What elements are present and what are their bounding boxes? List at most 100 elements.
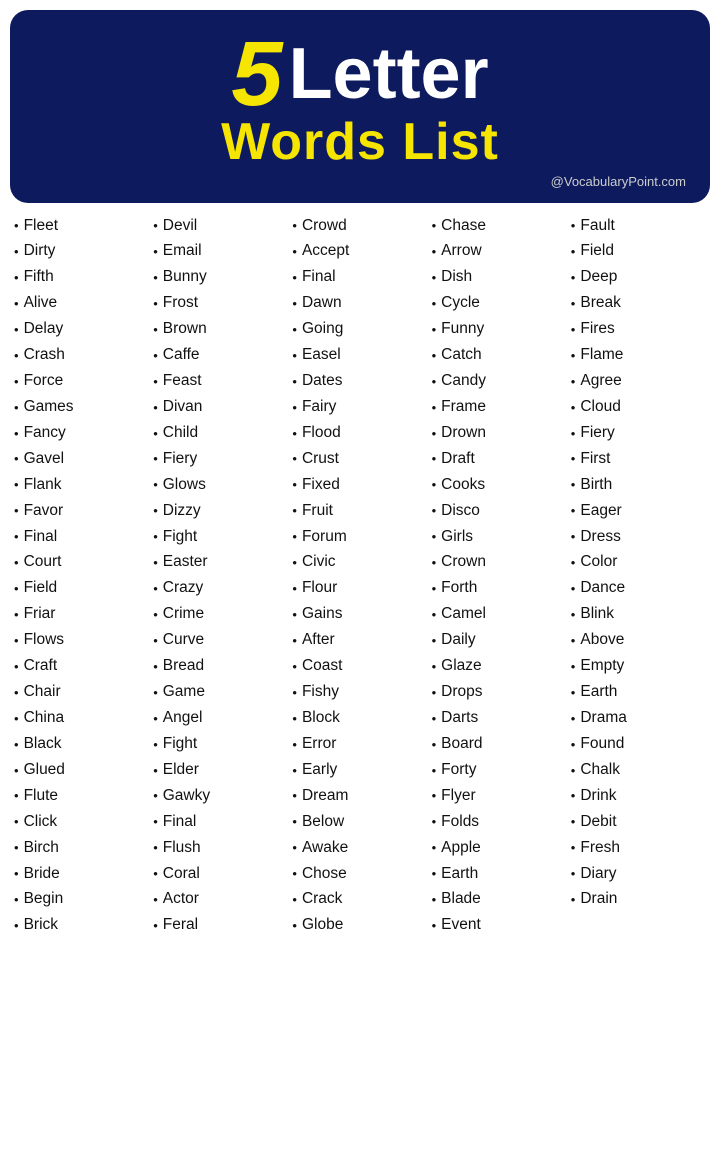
bullet-icon: • <box>292 425 297 443</box>
bullet-icon: • <box>571 295 576 313</box>
list-item: •Going <box>292 317 427 343</box>
bullet-icon: • <box>432 528 437 546</box>
bullet-icon: • <box>571 243 576 261</box>
list-item: •Final <box>14 524 149 550</box>
word-text: Draft <box>441 449 475 470</box>
word-text: Fifth <box>24 267 54 288</box>
word-text: Above <box>580 630 624 651</box>
list-item: •Board <box>432 731 567 757</box>
word-text: First <box>580 449 610 470</box>
word-text: Empty <box>580 656 624 677</box>
bullet-icon: • <box>432 580 437 598</box>
list-item: •Devil <box>153 213 288 239</box>
bullet-icon: • <box>153 710 158 728</box>
word-text: Drama <box>580 708 627 729</box>
word-text: Click <box>24 812 58 833</box>
word-text: Gavel <box>24 449 65 470</box>
word-text: Daily <box>441 630 475 651</box>
list-item: •Fifth <box>14 265 149 291</box>
list-item: •Chalk <box>571 757 706 783</box>
bullet-icon: • <box>432 450 437 468</box>
list-item: •Darts <box>432 706 567 732</box>
bullet-icon: • <box>432 373 437 391</box>
list-item: •Child <box>153 420 288 446</box>
word-text: Disco <box>441 501 480 522</box>
list-item: •Event <box>432 913 567 939</box>
bullet-icon: • <box>432 917 437 935</box>
bullet-icon: • <box>153 787 158 805</box>
list-item: • Fruit <box>292 498 427 524</box>
bullet-icon: • <box>292 891 297 909</box>
word-text: Drain <box>580 889 617 910</box>
bullet-icon: • <box>153 917 158 935</box>
list-item: •Earth <box>571 680 706 706</box>
list-item: •Fiery <box>571 420 706 446</box>
list-item: • Caffe <box>153 343 288 369</box>
list-item: •Earth <box>432 861 567 887</box>
list-item: •Girls <box>432 524 567 550</box>
list-item: •Found <box>571 731 706 757</box>
word-text: Block <box>302 708 340 729</box>
list-item: •Crowd <box>292 213 427 239</box>
list-item: •Cooks <box>432 472 567 498</box>
bullet-icon: • <box>153 347 158 365</box>
bullet-icon: • <box>292 450 297 468</box>
bullet-icon: • <box>571 839 576 857</box>
list-item: •Actor <box>153 887 288 913</box>
list-item: •Below <box>292 809 427 835</box>
bullet-icon: • <box>292 787 297 805</box>
bullet-icon: • <box>292 502 297 520</box>
list-item: •Birch <box>14 835 149 861</box>
list-item: •Arrow <box>432 239 567 265</box>
list-item: •Fault <box>571 213 706 239</box>
list-item: •Dirty <box>14 239 149 265</box>
list-item: •Gawky <box>153 783 288 809</box>
list-item: •Drama <box>571 706 706 732</box>
word-text: Brown <box>163 319 207 340</box>
word-text: Black <box>24 734 62 755</box>
bullet-icon: • <box>292 217 297 235</box>
list-item: •Field <box>571 239 706 265</box>
word-text: Frame <box>441 397 486 418</box>
word-text: Fancy <box>24 423 66 444</box>
word-text: Crack <box>302 889 342 910</box>
word-text: Flour <box>302 578 337 599</box>
bullet-icon: • <box>14 373 19 391</box>
word-text: Early <box>302 760 337 781</box>
list-item: •Easter <box>153 550 288 576</box>
word-text: Fault <box>580 216 614 237</box>
list-item: •Fixed <box>292 472 427 498</box>
word-text: Earth <box>580 682 617 703</box>
word-text: Apple <box>441 838 481 859</box>
word-text: Caffe <box>163 345 200 366</box>
list-item: •Cloud <box>571 394 706 420</box>
word-text: Flood <box>302 423 341 444</box>
list-item: •Easel <box>292 343 427 369</box>
bullet-icon: • <box>153 399 158 417</box>
list-item: •Fires <box>571 317 706 343</box>
list-item: •Elder <box>153 757 288 783</box>
word-text: Birth <box>580 475 612 496</box>
word-text: Fruit <box>302 501 333 522</box>
bullet-icon: • <box>432 476 437 494</box>
bullet-icon: • <box>292 762 297 780</box>
word-text: Fresh <box>580 838 620 859</box>
list-item: •Drops <box>432 680 567 706</box>
bullet-icon: • <box>14 528 19 546</box>
bullet-icon: • <box>432 813 437 831</box>
list-item: •Feral <box>153 913 288 939</box>
word-text: Flame <box>580 345 623 366</box>
word-text: Dress <box>580 527 620 548</box>
bullet-icon: • <box>292 476 297 494</box>
word-text: China <box>24 708 65 729</box>
word-text: Email <box>163 241 202 262</box>
bullet-icon: • <box>14 580 19 598</box>
word-text: Flute <box>24 786 58 807</box>
list-item: •Dates <box>292 369 427 395</box>
bullet-icon: • <box>14 450 19 468</box>
word-text: Glued <box>24 760 65 781</box>
bullet-icon: • <box>14 736 19 754</box>
bullet-icon: • <box>432 217 437 235</box>
word-text: Divan <box>163 397 203 418</box>
word-text: Curve <box>163 630 204 651</box>
